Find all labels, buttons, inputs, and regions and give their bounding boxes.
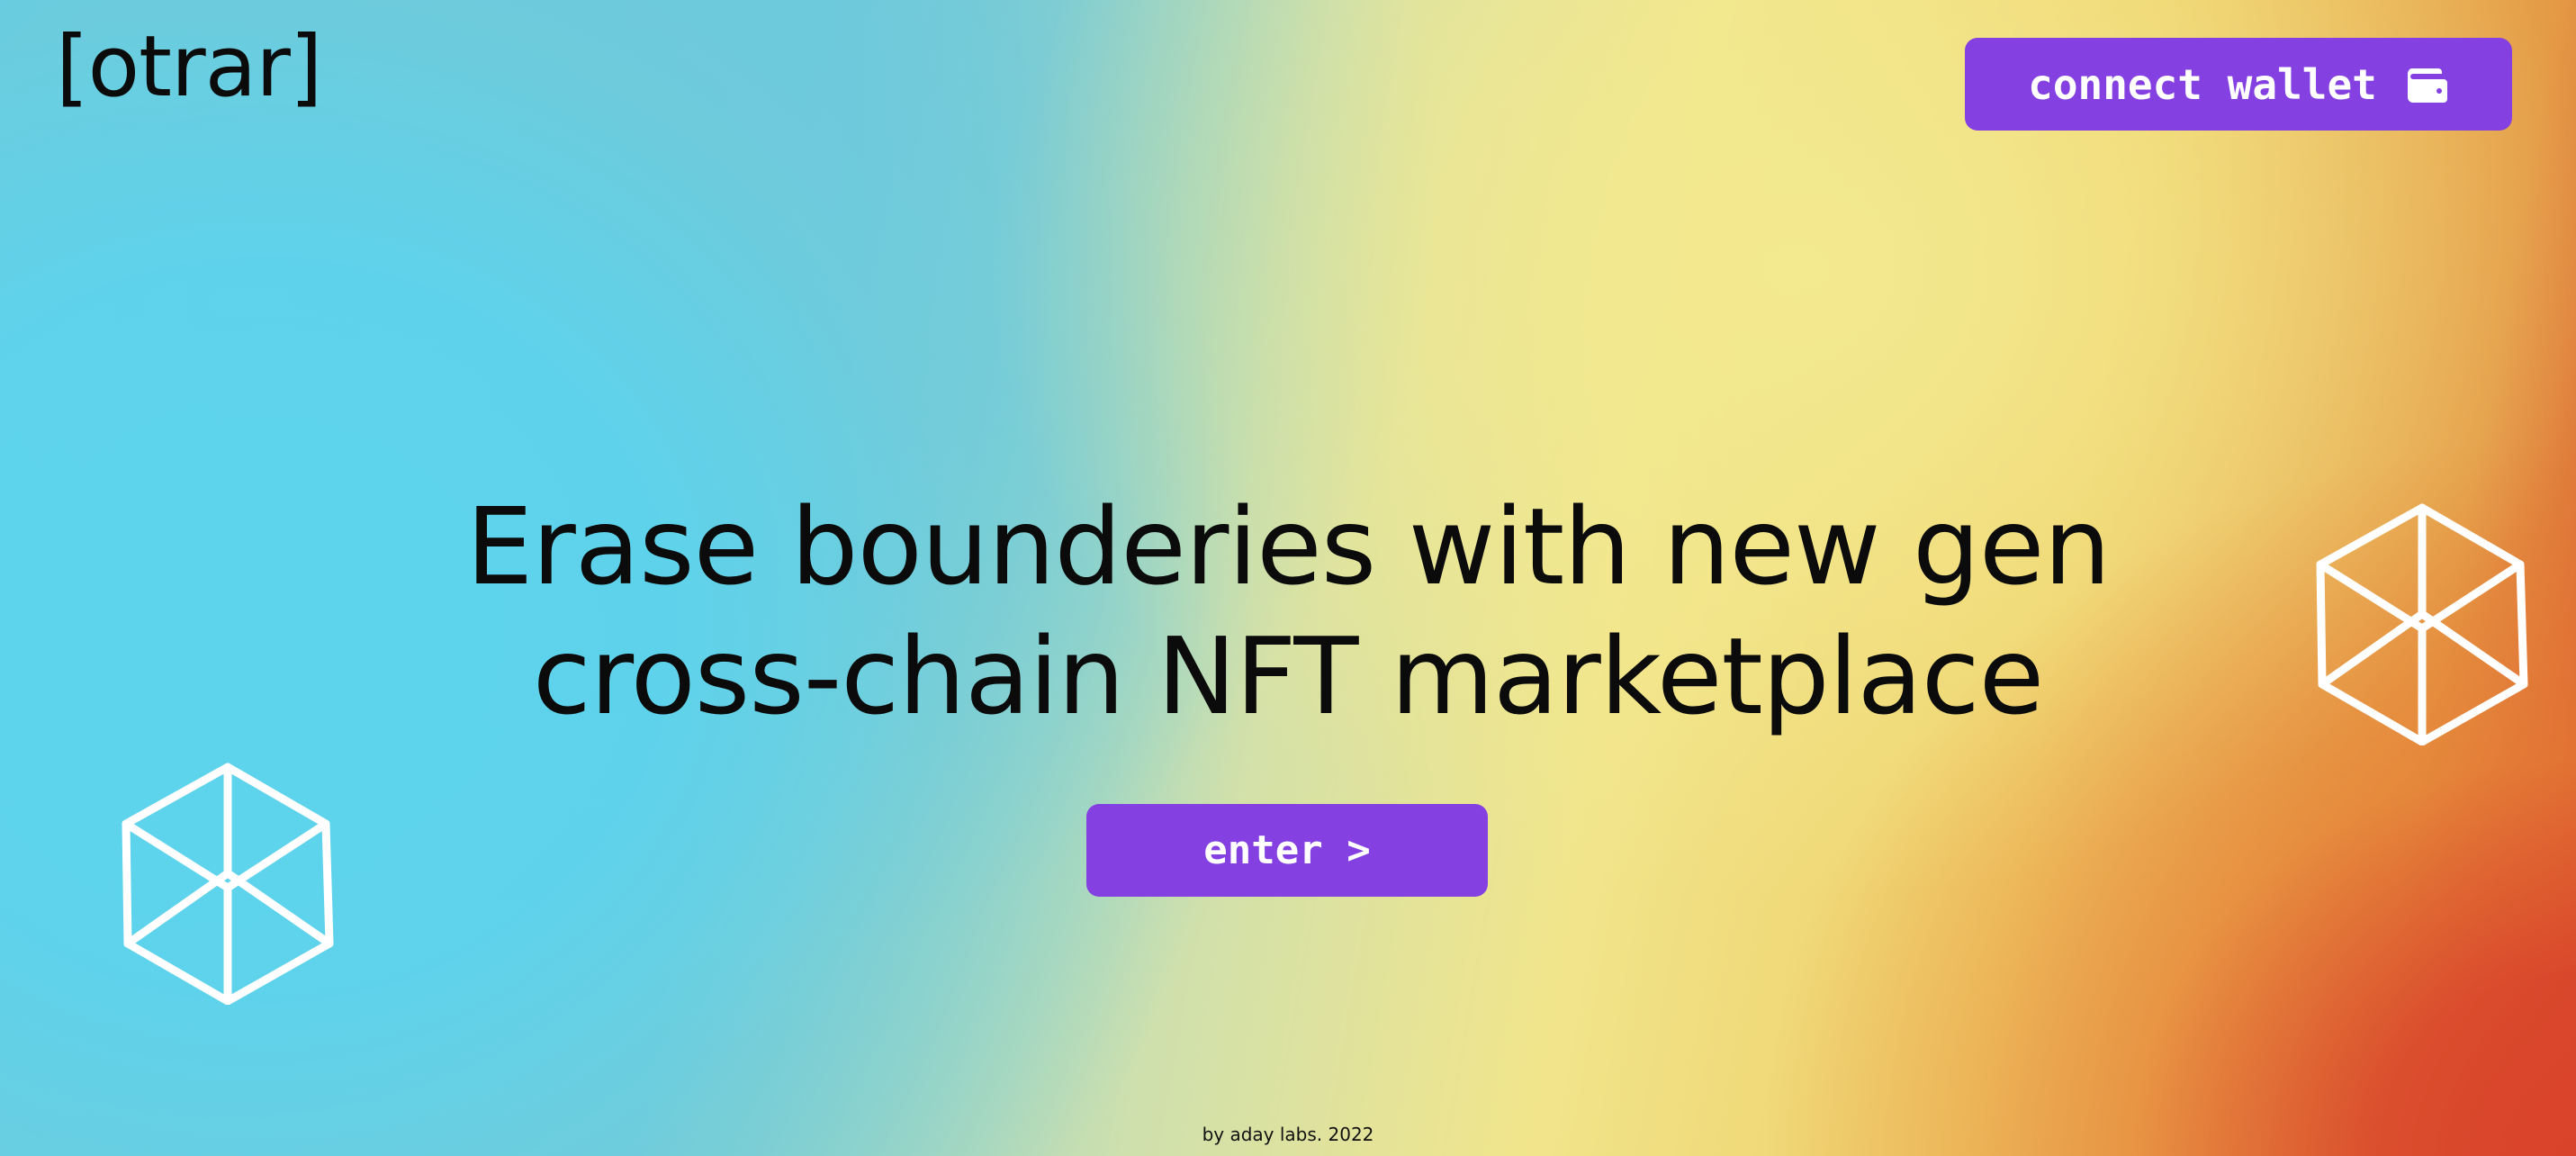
connect-wallet-label: connect wallet	[2028, 59, 2377, 109]
site-logo[interactable]: [otrar]	[56, 25, 323, 110]
cube-wireframe-icon	[122, 763, 334, 1005]
enter-button[interactable]: enter >	[1086, 804, 1488, 897]
hero-headline: Erase bounderies with new gen cross-chai…	[0, 482, 2576, 741]
cube-wireframe-icon	[2316, 503, 2528, 745]
footer-credit: by aday labs. 2022	[1202, 1124, 1374, 1145]
wallet-icon	[2407, 68, 2447, 103]
connect-wallet-button[interactable]: connect wallet	[1965, 38, 2512, 131]
hero-headline-line-1: Erase bounderies with new gen	[465, 484, 2112, 609]
hero-headline-line-2: cross-chain NFT marketplace	[532, 614, 2044, 738]
